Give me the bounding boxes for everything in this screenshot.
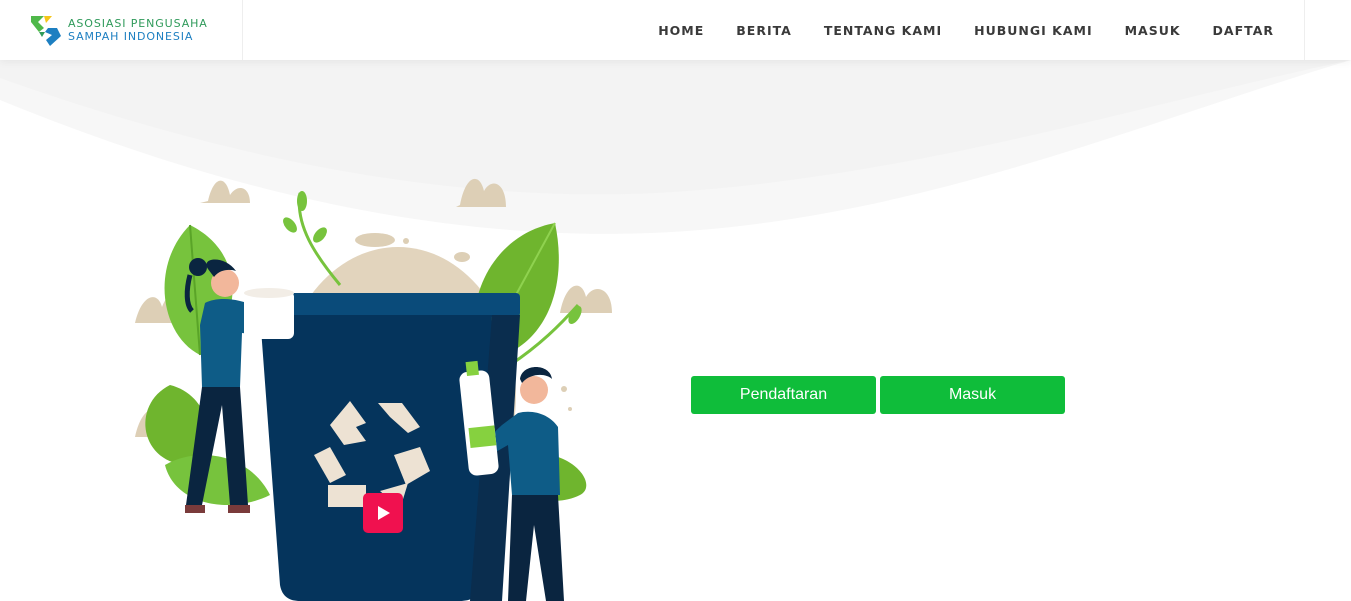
register-button[interactable]: Pendaftaran [691, 376, 876, 414]
brand-line-1: ASOSIASI PENGUSAHA [68, 17, 208, 30]
logo[interactable]: ASOSIASI PENGUSAHA SAMPAH INDONESIA [0, 0, 243, 60]
login-button[interactable]: Masuk [880, 376, 1065, 414]
play-video-button[interactable] [363, 493, 403, 533]
site-header: ASOSIASI PENGUSAHA SAMPAH INDONESIA HOME… [0, 0, 1351, 60]
nav-home[interactable]: HOME [658, 23, 704, 38]
main-nav: HOME BERITA TENTANG KAMI HUBUNGI KAMI MA… [626, 0, 1305, 60]
asosiasi-logo-icon [31, 16, 61, 46]
play-icon [378, 506, 390, 520]
recycling-bin-illustration [135, 178, 612, 601]
hero-actions: Pendaftaran Masuk [691, 376, 1065, 414]
nav-tentang-kami[interactable]: TENTANG KAMI [824, 23, 942, 38]
nav-masuk[interactable]: MASUK [1125, 23, 1181, 38]
nav-hubungi-kami[interactable]: HUBUNGI KAMI [974, 23, 1092, 38]
nav-daftar[interactable]: DAFTAR [1213, 23, 1274, 38]
brand-name: ASOSIASI PENGUSAHA SAMPAH INDONESIA [68, 17, 208, 43]
brand-line-2: SAMPAH INDONESIA [68, 30, 194, 43]
nav-berita[interactable]: BERITA [736, 23, 792, 38]
